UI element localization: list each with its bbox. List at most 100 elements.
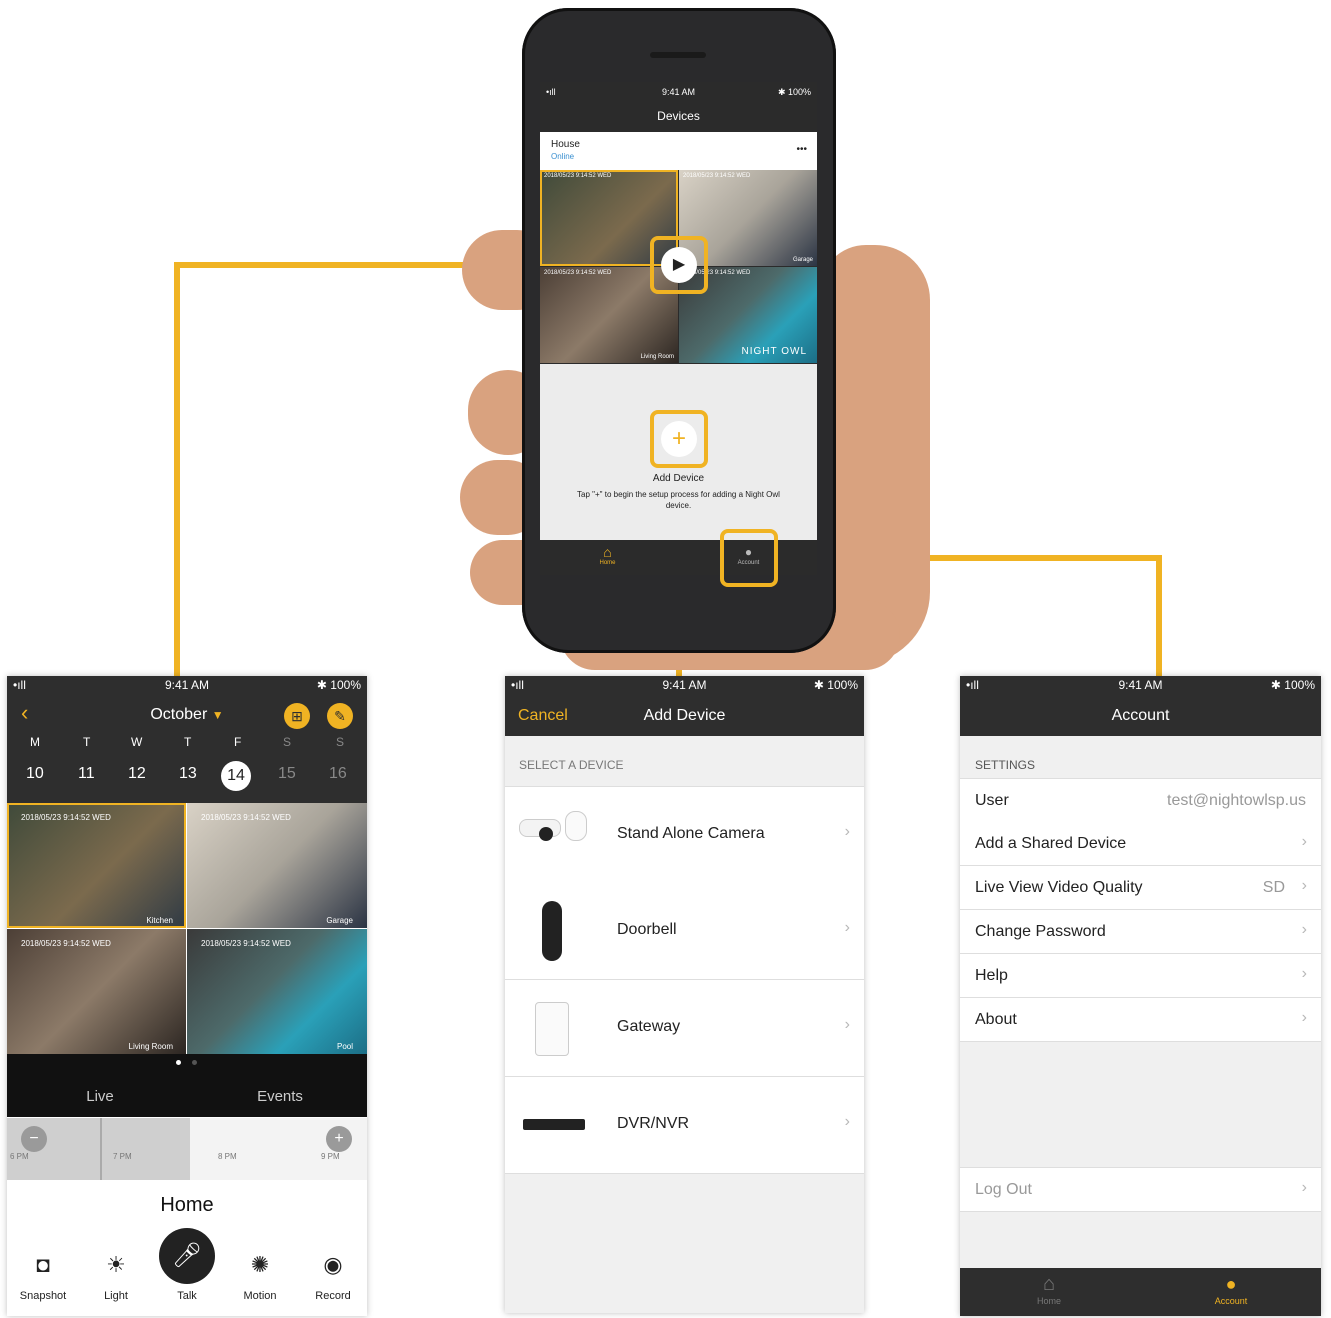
back-icon[interactable]: ‹ (21, 700, 28, 726)
home-icon: ⌂ (603, 544, 612, 560)
status-bar: •ıll 9:41 AM ✱ 100% (7, 676, 367, 696)
weekday-label: S (283, 735, 292, 749)
settings-label: User (975, 792, 1009, 809)
settings-label: Live View Video Quality (975, 879, 1143, 896)
light-button[interactable]: ☀ (83, 1252, 149, 1282)
page-title: Devices (657, 109, 700, 123)
tab-account-label: Account (1214, 1296, 1248, 1306)
section-header: SELECT A DEVICE (519, 758, 624, 772)
phone-earpiece (650, 52, 706, 58)
device-status: Online (551, 152, 575, 161)
camera-lens-icon (539, 827, 553, 841)
settings-label: Help (975, 967, 1008, 984)
weekday-label: S (336, 735, 345, 749)
status-time: 9:41 AM (164, 678, 210, 692)
date-cell[interactable]: 15 (278, 765, 296, 783)
device-row-gateway[interactable]: Gateway › (505, 980, 864, 1077)
add-device-description: Tap "+" to begin the setup process for a… (577, 490, 780, 510)
gateway-icon (535, 1002, 569, 1056)
person-icon: ● (1225, 1274, 1237, 1294)
live-header: •ıll 9:41 AM ✱ 100% ‹ October ▼ ⊞ ✎ M T … (7, 676, 367, 803)
date-cell-selected[interactable]: 14 (221, 761, 251, 791)
add-device-button-highlight[interactable]: + (650, 410, 708, 468)
microphone-icon: 🎤︎ (171, 1242, 203, 1269)
timeline-tick-label: 7 PM (113, 1152, 132, 1161)
indoor-camera-icon (565, 811, 587, 841)
timeline-divider (100, 1118, 102, 1180)
logout-label: Log Out (975, 1181, 1032, 1198)
dvr-icon (523, 1119, 585, 1130)
device-row-camera[interactable]: Stand Alone Camera › (505, 786, 864, 884)
chevron-right-icon: › (1301, 1009, 1307, 1026)
device-row-doorbell[interactable]: Doorbell › (505, 883, 864, 980)
motion-icon: ✺ (250, 1252, 270, 1277)
page-dot-active (176, 1060, 181, 1065)
motion-button[interactable]: ✺ (227, 1252, 293, 1282)
section-header: SETTINGS (975, 758, 1036, 772)
talk-button[interactable]: 🎤︎ (159, 1228, 215, 1284)
record-button[interactable]: ◉ (300, 1252, 366, 1282)
tab-home[interactable]: ⌂ Home (585, 544, 630, 566)
device-label: Doorbell (617, 921, 677, 938)
date-cell[interactable]: 13 (179, 765, 197, 783)
device-label: Stand Alone Camera (617, 825, 765, 842)
phone-screen: •ıll 9:41 AM ✱ 100% Devices House Online… (540, 82, 817, 575)
battery-icon: ✱ 100% (316, 678, 361, 692)
wrench-icon[interactable]: ✎ (327, 703, 353, 729)
page-indicator: Live Events (7, 1054, 367, 1117)
connector-line-right-vertical (1156, 555, 1162, 676)
grid-icon[interactable]: ⊞ (284, 703, 310, 729)
settings-row-shared-device[interactable]: Add a Shared Device › (960, 822, 1321, 866)
camera-tile[interactable]: 2018/05/23 9:14:52 WED Living Room (7, 929, 186, 1054)
tab-live[interactable]: Live (67, 1088, 133, 1105)
play-button-highlight[interactable]: ▶ (650, 236, 708, 294)
status-time: 9:41 AM (661, 87, 696, 97)
camera-label: Pool (336, 1042, 353, 1051)
chevron-right-icon: › (1301, 921, 1307, 938)
date-cell[interactable]: 10 (26, 765, 44, 783)
chevron-right-icon: › (844, 919, 850, 936)
camera-timestamp: 2018/05/23 9:14:52 WED (201, 939, 291, 948)
camera-label: Living Room (640, 354, 674, 360)
zoom-in-button[interactable]: + (326, 1126, 352, 1152)
weekday-label: T (184, 735, 192, 749)
page-title: Account (1111, 707, 1170, 724)
camera-tile[interactable]: 2018/05/23 9:14:52 WED Pool (187, 929, 367, 1054)
timeline-tick-label: 6 PM (10, 1152, 29, 1161)
tab-events[interactable]: Events (247, 1088, 313, 1105)
date-cell[interactable]: 16 (329, 765, 347, 783)
battery-icon: ✱ 100% (1270, 678, 1315, 692)
home-icon: ⌂ (1042, 1273, 1056, 1295)
timeline[interactable]: − + 6 PM 7 PM 8 PM 9 PM (7, 1118, 367, 1180)
record-icon: ◉ (323, 1252, 343, 1277)
account-tab-highlight[interactable] (720, 529, 778, 587)
device-row-dvr[interactable]: DVR/NVR › (505, 1077, 864, 1174)
camera-timestamp: 2018/05/23 9:14:52 WED (21, 813, 111, 822)
camera-tile[interactable]: 2018/05/23 9:14:52 WED Garage (187, 803, 367, 928)
zoom-out-button[interactable]: − (21, 1126, 47, 1152)
settings-row-change-password[interactable]: Change Password › (960, 910, 1321, 954)
date-cell[interactable]: 12 (128, 765, 146, 783)
snapshot-button[interactable]: ◘ (10, 1252, 76, 1282)
brand-logo: NIGHT OWL (741, 346, 807, 357)
account-screen: •ıll 9:41 AM ✱ 100% Account SETTINGS Use… (960, 676, 1321, 1316)
settings-row-help[interactable]: Help › (960, 954, 1321, 998)
weekday-label: W (131, 735, 143, 749)
tab-account[interactable]: ● Account (1200, 1272, 1262, 1306)
tab-home[interactable]: ⌂ Home (1018, 1272, 1080, 1306)
status-time: 9:41 AM (1118, 678, 1163, 692)
month-selector[interactable]: October ▼ (137, 706, 237, 724)
date-cell[interactable]: 11 (78, 765, 95, 783)
settings-row-video-quality[interactable]: Live View Video Quality SD › (960, 866, 1321, 910)
logout-row[interactable]: Log Out › (960, 1167, 1321, 1212)
settings-row-user[interactable]: User test@nightowlsp.us (960, 778, 1321, 823)
chevron-right-icon: › (1301, 833, 1307, 850)
snapshot-label: Snapshot (19, 1290, 67, 1302)
more-icon[interactable]: ••• (796, 144, 807, 155)
status-bar: •ıll 9:41 AM ✱ 100% (960, 676, 1321, 696)
device-header[interactable]: House Online ••• (540, 132, 817, 170)
settings-row-about[interactable]: About › (960, 998, 1321, 1042)
camera-tile[interactable]: 2018/05/23 9:14:52 WED Kitchen (7, 803, 186, 928)
add-device-screen: •ıll 9:41 AM ✱ 100% Cancel Add Device SE… (505, 676, 864, 1313)
month-label: October (150, 706, 208, 723)
